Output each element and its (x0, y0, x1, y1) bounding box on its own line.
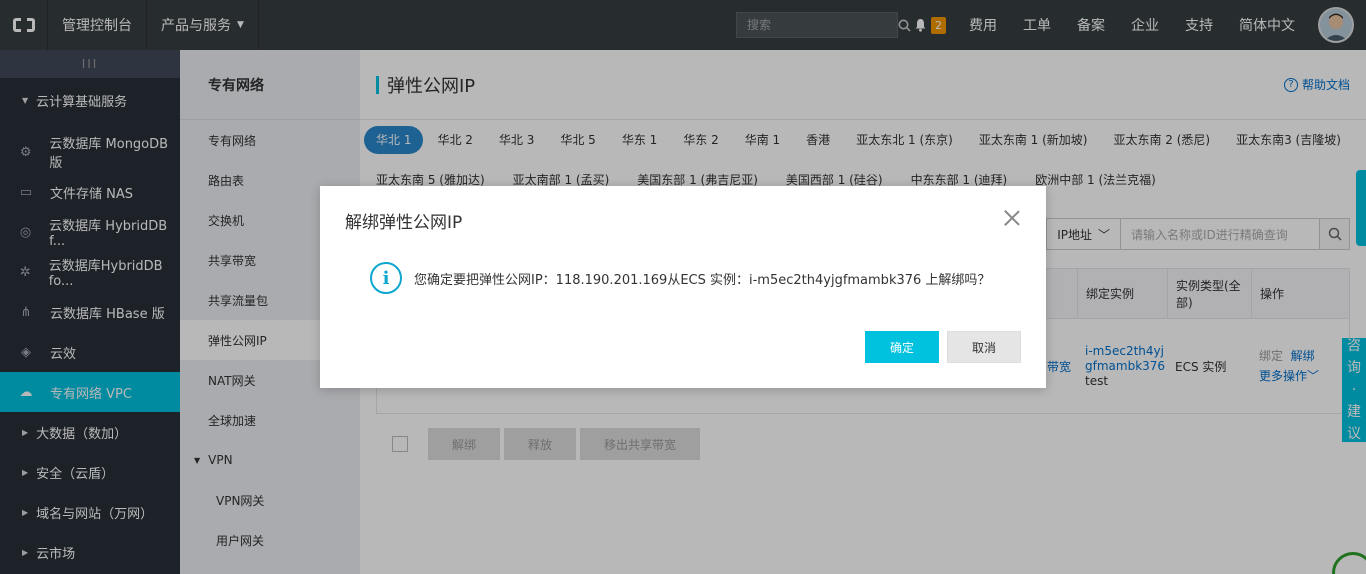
info-icon: i (370, 262, 402, 294)
unbind-eip-dialog: 解绑弹性公网IP i 您确定要把弹性公网IP：118.190.201.169从E… (320, 186, 1046, 388)
dialog-body: i 您确定要把弹性公网IP：118.190.201.169从ECS 实例：i-m… (370, 262, 990, 294)
dialog-title: 解绑弹性公网IP (345, 213, 463, 233)
confirm-button[interactable]: 确定 (865, 331, 939, 363)
close-icon[interactable] (1004, 210, 1020, 226)
cancel-button[interactable]: 取消 (947, 331, 1021, 363)
dialog-message: 您确定要把弹性公网IP：118.190.201.169从ECS 实例：i-m5e… (414, 272, 991, 288)
